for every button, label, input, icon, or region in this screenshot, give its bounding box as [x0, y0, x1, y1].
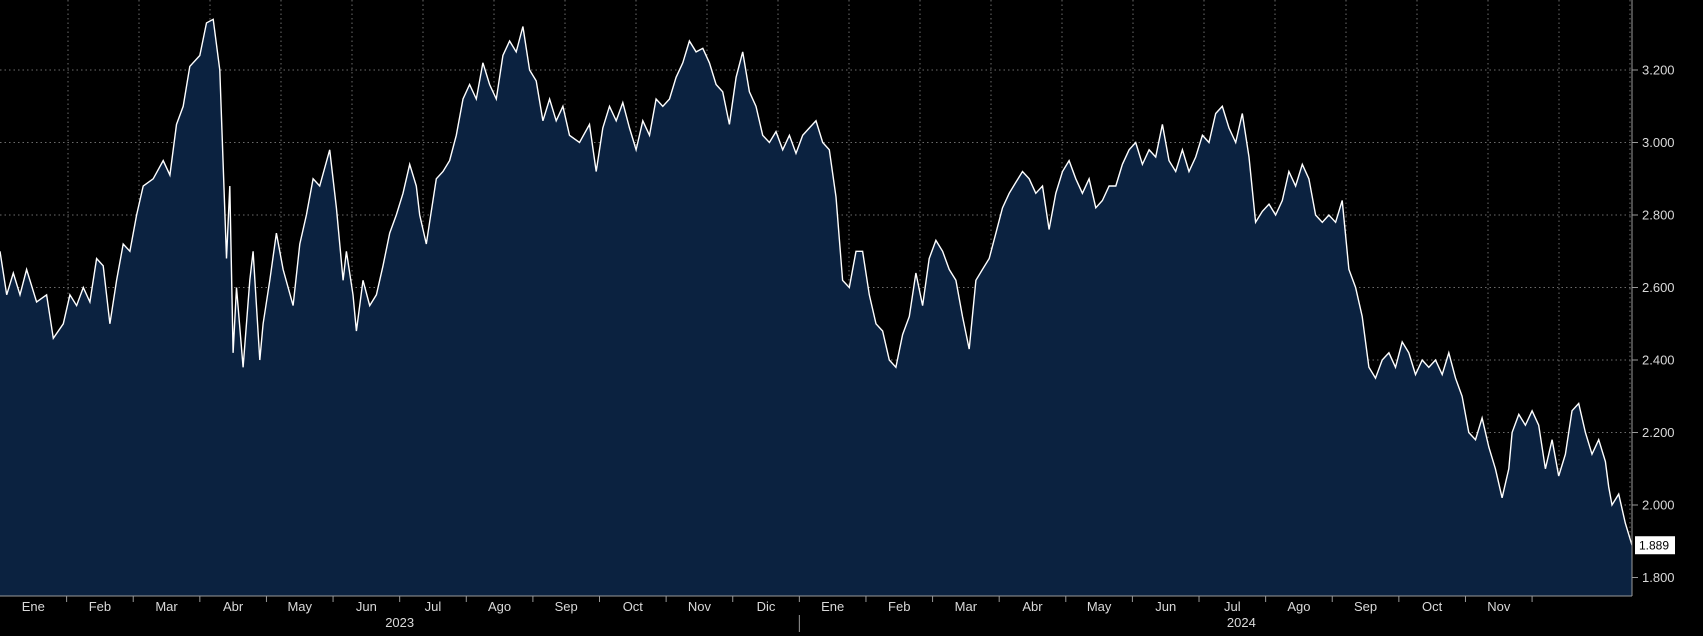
x-tick-label: Jul	[425, 599, 442, 614]
y-tick-label: 2.600	[1642, 280, 1675, 295]
y-tick-label: 2.400	[1642, 353, 1675, 368]
x-axis-band	[0, 596, 1703, 636]
x-tick-label: Feb	[89, 599, 111, 614]
chart-canvas: Ene Feb Mar Abr May Jun Jul Ago Sep Oct Nov Dic Ene F…	[0, 0, 1703, 636]
x-tick-label: May	[287, 599, 312, 614]
last-value-marker: 1.889	[1635, 536, 1675, 555]
x-tick-label: Jul	[1224, 599, 1241, 614]
x-tick-label: Jun	[1155, 599, 1176, 614]
y-tick-label: 3.200	[1642, 63, 1675, 78]
x-tick-label: Ene	[22, 599, 45, 614]
x-tick-label: Mar	[955, 599, 978, 614]
x-tick-label: Mar	[155, 599, 178, 614]
x-tick-label: Oct	[623, 599, 644, 614]
x-tick-label: Oct	[1422, 599, 1443, 614]
x-tick-label: Nov	[688, 599, 712, 614]
x-tick-label: Dic	[757, 599, 776, 614]
year-label: 2023	[385, 615, 414, 630]
x-tick-label: Ago	[1287, 599, 1310, 614]
x-tick-label: Sep	[1354, 599, 1377, 614]
x-tick-label: Sep	[555, 599, 578, 614]
y-tick-label: 2.000	[1642, 498, 1675, 513]
x-tick-label: Nov	[1487, 599, 1511, 614]
x-tick-label: Jun	[356, 599, 377, 614]
y-tick-label: 2.800	[1642, 208, 1675, 223]
x-tick-label: Feb	[888, 599, 910, 614]
x-tick-label: Ago	[488, 599, 511, 614]
last-value-label: 1.889	[1639, 539, 1669, 553]
x-tick-label: Ene	[821, 599, 844, 614]
x-tick-label: May	[1087, 599, 1112, 614]
y-tick-label: 3.000	[1642, 135, 1675, 150]
year-label: 2024	[1227, 615, 1256, 630]
x-tick-label: Abr	[223, 599, 244, 614]
x-axis: Ene Feb Mar Abr May Jun Jul Ago Sep Oct Nov Dic Ene F…	[0, 595, 1703, 636]
y-tick-label: 2.200	[1642, 425, 1675, 440]
y-tick-label: 1.800	[1642, 570, 1675, 585]
x-tick-label: Abr	[1022, 599, 1043, 614]
